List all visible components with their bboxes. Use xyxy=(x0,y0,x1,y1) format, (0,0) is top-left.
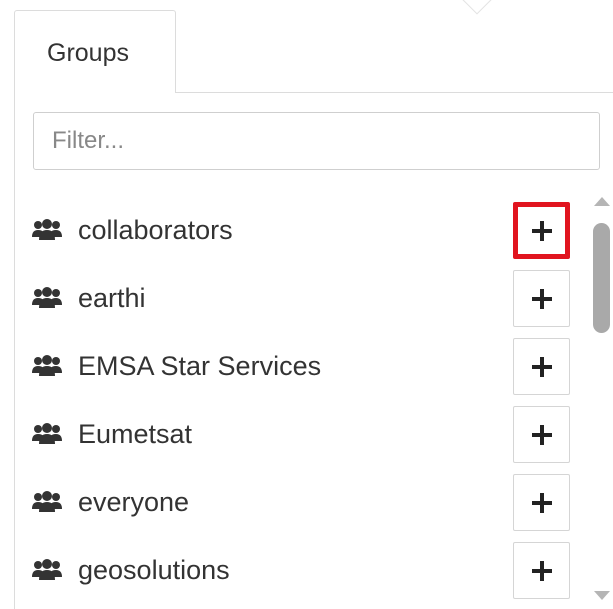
users-icon xyxy=(32,287,62,308)
list-item: EMSA Star Services xyxy=(15,331,590,399)
list-scrollbar[interactable] xyxy=(590,193,613,609)
scroll-thumb[interactable] xyxy=(593,223,610,333)
add-group-button[interactable] xyxy=(513,338,570,395)
add-group-button[interactable] xyxy=(513,474,570,531)
users-icon xyxy=(32,423,62,444)
list-item: everyone xyxy=(15,467,590,535)
users-icon xyxy=(32,219,62,240)
groups-panel: Groups collaborators earthi xyxy=(0,0,613,609)
add-group-button[interactable] xyxy=(513,542,570,599)
plus-icon xyxy=(531,220,552,241)
users-icon xyxy=(32,559,62,580)
add-group-button[interactable] xyxy=(513,270,570,327)
list-item: earthi xyxy=(15,263,590,331)
plus-icon xyxy=(531,288,552,309)
plus-icon xyxy=(531,492,552,513)
tab-groups[interactable]: Groups xyxy=(14,10,176,93)
group-name: collaborators xyxy=(78,215,233,245)
plus-icon xyxy=(531,424,552,445)
list-item: geosolutions xyxy=(15,535,590,603)
users-icon xyxy=(32,355,62,376)
popover-arrow xyxy=(461,0,493,15)
group-name: earthi xyxy=(78,283,146,313)
list-item: Eumetsat xyxy=(15,399,590,467)
tab-groups-label: Groups xyxy=(47,39,129,67)
groups-list: collaborators earthi EMSA Star Services xyxy=(15,195,590,609)
users-icon xyxy=(32,491,62,512)
group-name: EMSA Star Services xyxy=(78,351,322,381)
group-name: Eumetsat xyxy=(78,419,193,449)
scroll-down-arrow-icon[interactable] xyxy=(594,591,610,600)
plus-icon xyxy=(531,356,552,377)
scroll-up-arrow-icon[interactable] xyxy=(594,197,610,206)
filter-input[interactable] xyxy=(33,112,600,170)
add-group-button[interactable] xyxy=(513,406,570,463)
group-name: everyone xyxy=(78,487,190,517)
add-group-button[interactable] xyxy=(513,202,570,259)
group-name: geosolutions xyxy=(78,555,230,585)
list-item: collaborators xyxy=(15,195,590,263)
tab-strip-border xyxy=(175,92,613,93)
plus-icon xyxy=(531,560,552,581)
